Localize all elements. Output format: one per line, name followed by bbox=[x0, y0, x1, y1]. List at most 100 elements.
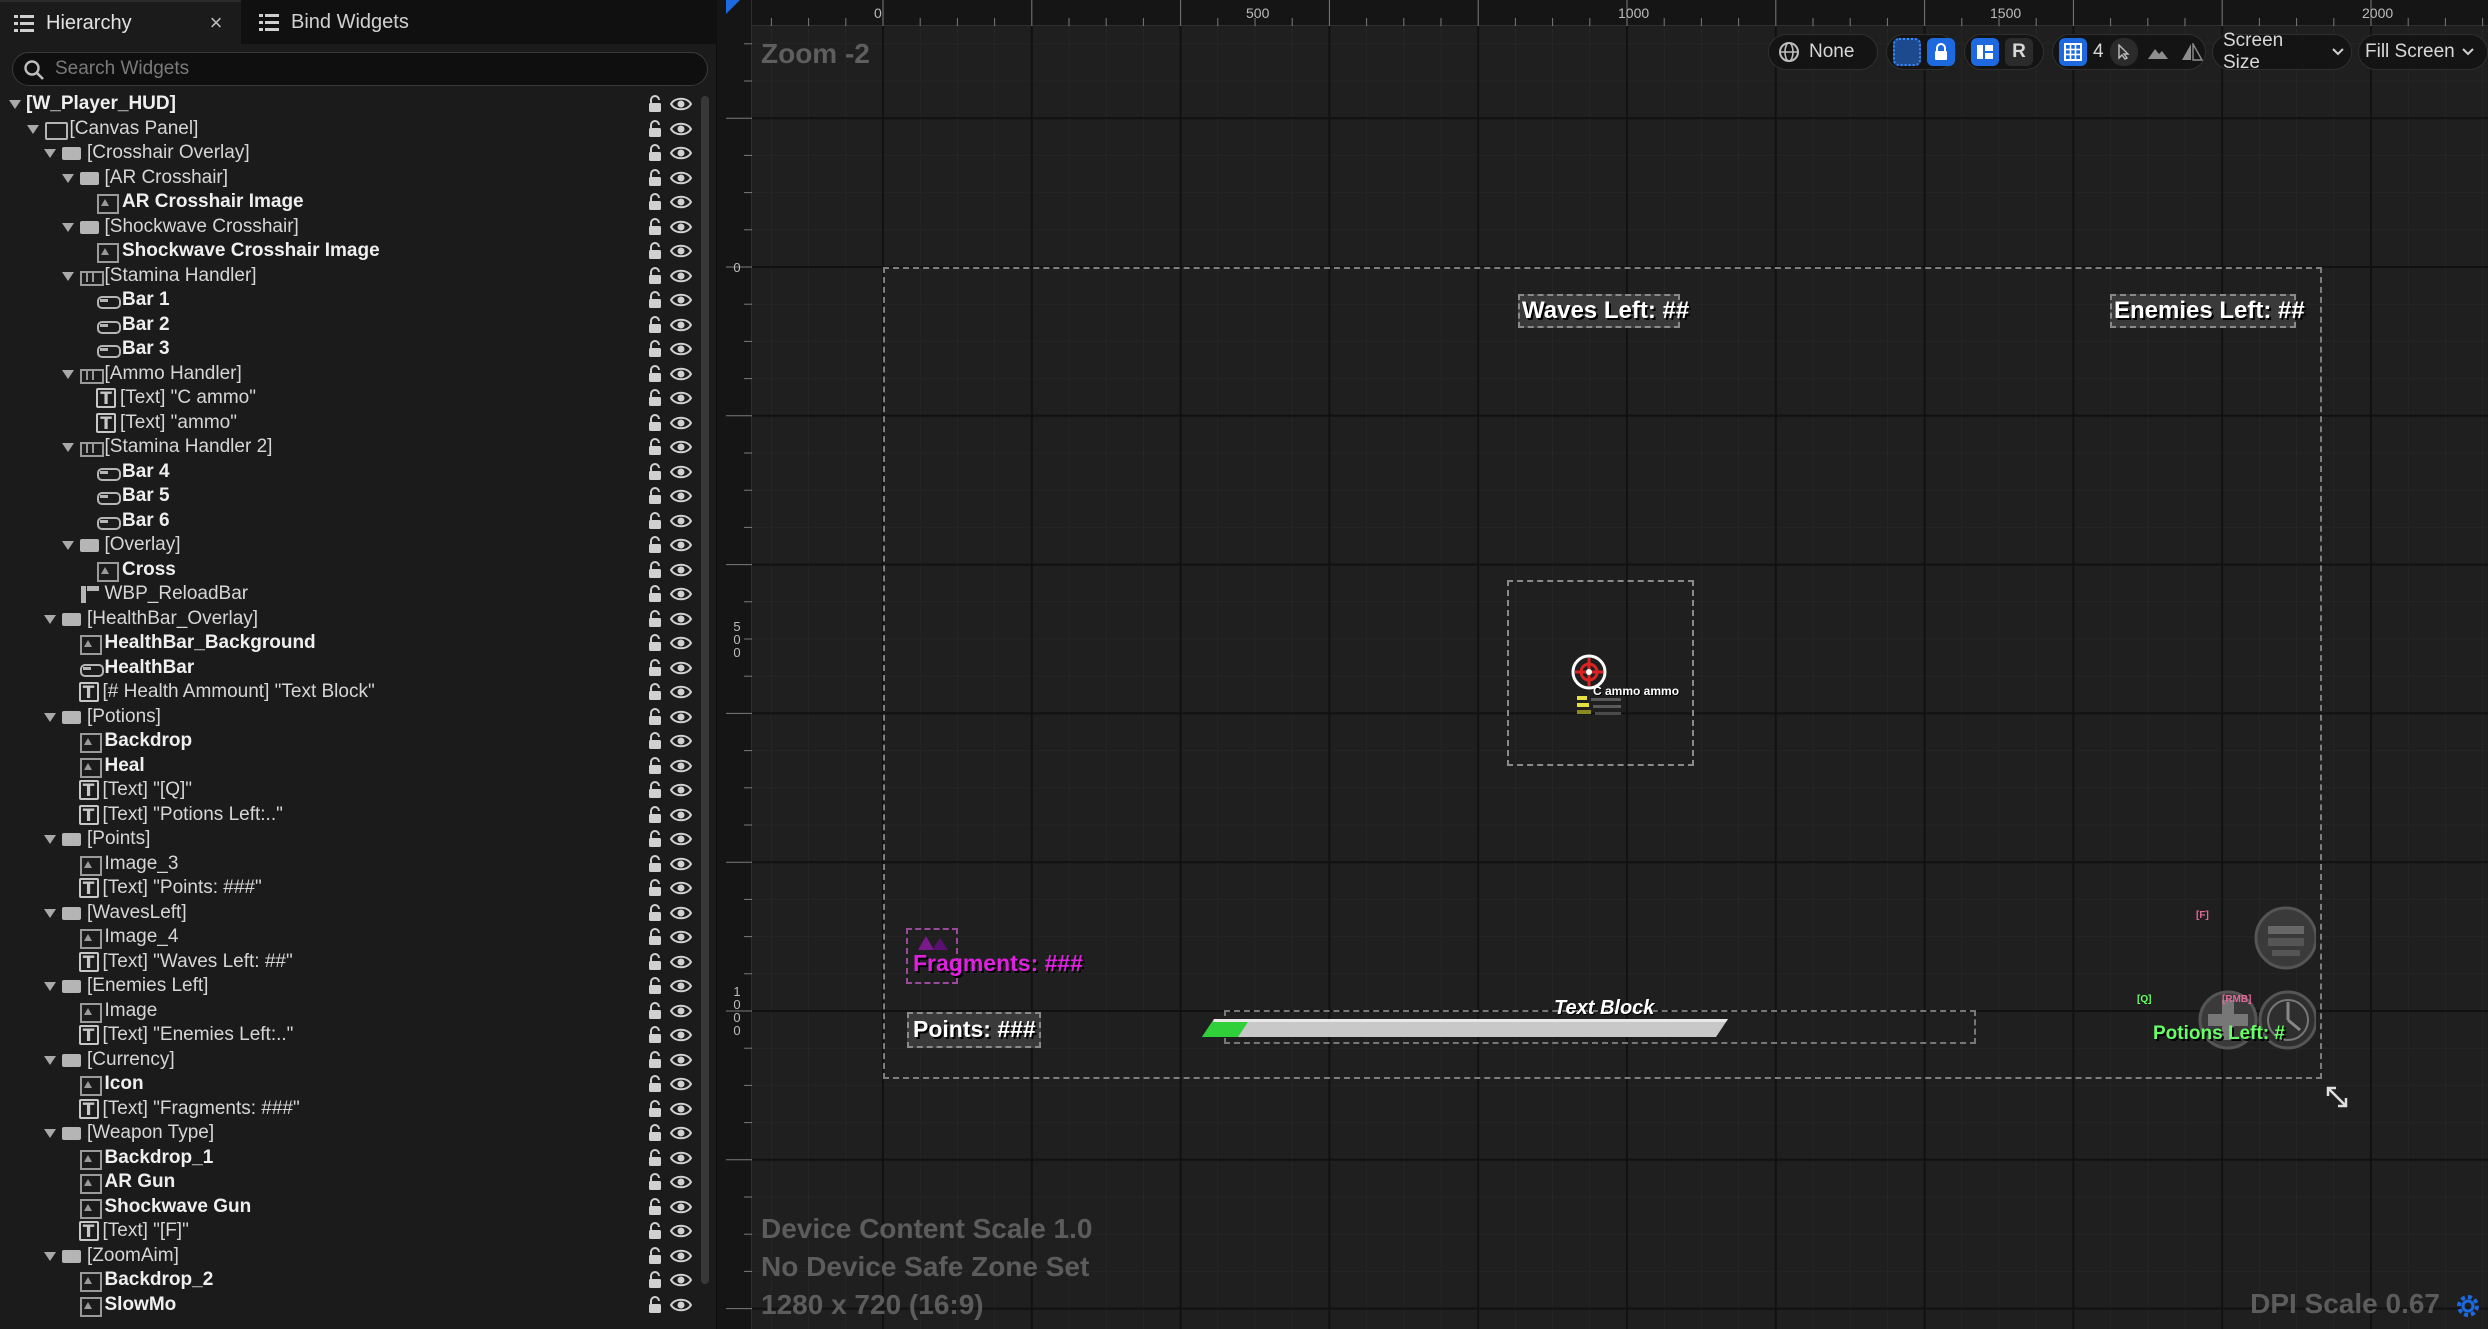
tree-row[interactable]: [Points] bbox=[0, 827, 700, 852]
unlock-icon[interactable] bbox=[646, 242, 664, 260]
points-widget[interactable]: Points: ### bbox=[907, 1012, 1041, 1048]
grid-snap-value[interactable]: 4 bbox=[2093, 41, 2104, 63]
visibility-eye-icon[interactable] bbox=[669, 1173, 693, 1191]
unlock-icon[interactable] bbox=[646, 1173, 664, 1191]
unlock-icon[interactable] bbox=[646, 511, 664, 530]
unlock-icon[interactable] bbox=[646, 903, 664, 922]
visibility-eye-icon[interactable] bbox=[669, 218, 693, 236]
close-icon[interactable]: × bbox=[205, 12, 227, 34]
visibility-eye-icon[interactable] bbox=[669, 1124, 693, 1142]
unlock-icon[interactable] bbox=[646, 217, 664, 236]
respect-locks-button[interactable]: R bbox=[2005, 38, 2033, 66]
visibility-eye-icon[interactable] bbox=[669, 928, 693, 946]
unlock-icon[interactable] bbox=[646, 487, 664, 505]
waves-left-widget[interactable]: Waves Left: ## bbox=[1518, 294, 1689, 328]
tree-row[interactable]: AR Crosshair Image bbox=[0, 190, 700, 215]
tree-row[interactable]: T [Text] "Enemies Left:.." bbox=[0, 1023, 700, 1048]
visibility-eye-icon[interactable] bbox=[669, 438, 693, 456]
tree-row[interactable]: Shockwave Gun bbox=[0, 1195, 700, 1220]
visibility-eye-icon[interactable] bbox=[669, 414, 693, 432]
unlock-icon[interactable] bbox=[646, 879, 664, 897]
expand-arrow-icon[interactable] bbox=[43, 832, 57, 846]
tree-row[interactable]: Bar 6 bbox=[0, 509, 700, 534]
visibility-eye-icon[interactable] bbox=[669, 1296, 693, 1314]
visibility-eye-icon[interactable] bbox=[669, 120, 693, 138]
gear-icon[interactable] bbox=[2454, 1292, 2482, 1320]
potions-left-text[interactable]: Potions Left: # bbox=[2153, 1023, 2285, 1045]
tree-row[interactable]: [Stamina Handler] bbox=[0, 264, 700, 289]
visibility-eye-icon[interactable] bbox=[669, 806, 693, 824]
fragments-text[interactable]: Fragments: ### bbox=[913, 950, 1083, 977]
expand-arrow-icon[interactable] bbox=[61, 220, 75, 234]
tree-row[interactable]: T [Text] "Fragments: ###" bbox=[0, 1097, 700, 1122]
designer-canvas[interactable]: 0 500 1000 1500 2000 0 500 1000 Zoom -2 … bbox=[726, 0, 2488, 1329]
visibility-eye-icon[interactable] bbox=[669, 683, 693, 701]
visibility-eye-icon[interactable] bbox=[669, 732, 693, 750]
unlock-icon[interactable] bbox=[646, 756, 664, 775]
tree-row[interactable]: Cross bbox=[0, 558, 700, 583]
tree-scrollbar[interactable] bbox=[701, 96, 709, 1284]
visibility-eye-icon[interactable] bbox=[669, 634, 693, 652]
visibility-eye-icon[interactable] bbox=[669, 904, 693, 922]
visibility-eye-icon[interactable] bbox=[669, 659, 693, 677]
tree-row[interactable]: Backdrop_1 bbox=[0, 1146, 700, 1171]
expand-arrow-icon[interactable] bbox=[43, 906, 57, 920]
tree-row[interactable]: Bar 3 bbox=[0, 337, 700, 362]
tree-row[interactable]: Heal bbox=[0, 754, 700, 779]
tree-row[interactable]: Bar 4 bbox=[0, 460, 700, 485]
unlock-icon[interactable] bbox=[646, 585, 664, 603]
unlock-icon[interactable] bbox=[646, 928, 664, 946]
unlock-icon[interactable] bbox=[646, 536, 664, 554]
visibility-eye-icon[interactable] bbox=[669, 463, 693, 481]
visibility-eye-icon[interactable] bbox=[669, 585, 693, 603]
tree-row[interactable]: Bar 5 bbox=[0, 484, 700, 509]
tab-bind-widgets[interactable]: Bind Widgets bbox=[245, 0, 445, 44]
tree-row[interactable]: Image_3 bbox=[0, 852, 700, 877]
unlock-icon[interactable] bbox=[646, 683, 664, 701]
visibility-eye-icon[interactable] bbox=[669, 708, 693, 726]
tree-row[interactable]: [W_Player_HUD] bbox=[0, 92, 700, 117]
unlock-icon[interactable] bbox=[646, 1099, 664, 1118]
visibility-eye-icon[interactable] bbox=[669, 1100, 693, 1118]
expand-arrow-icon[interactable] bbox=[43, 979, 57, 993]
visibility-eye-icon[interactable] bbox=[669, 1247, 693, 1265]
tree-row[interactable]: T [Text] "Potions Left:.." bbox=[0, 803, 700, 828]
tree-row[interactable]: [AR Crosshair] bbox=[0, 166, 700, 191]
unlock-icon[interactable] bbox=[646, 1050, 664, 1069]
layout-mode-button[interactable] bbox=[1971, 38, 1999, 66]
expand-arrow-icon[interactable] bbox=[43, 1126, 57, 1140]
tree-row[interactable]: HealthBar bbox=[0, 656, 700, 681]
tree-row[interactable]: WBP_ReloadBar bbox=[0, 582, 700, 607]
tree-row[interactable]: T [Text] "C ammo" bbox=[0, 386, 700, 411]
tree-row[interactable]: HealthBar_Background bbox=[0, 631, 700, 656]
crosshair-overlay-widget[interactable]: C ammo ammo bbox=[1507, 580, 1694, 766]
unlock-icon[interactable] bbox=[646, 193, 664, 211]
expand-arrow-icon[interactable] bbox=[26, 122, 40, 136]
resize-handle-icon[interactable] bbox=[2324, 1084, 2350, 1110]
unlock-icon[interactable] bbox=[646, 438, 664, 456]
expand-arrow-icon[interactable] bbox=[8, 97, 22, 111]
visibility-eye-icon[interactable] bbox=[669, 144, 693, 162]
visibility-eye-icon[interactable] bbox=[669, 879, 693, 897]
flip-button[interactable] bbox=[2178, 38, 2206, 66]
unlock-icon[interactable] bbox=[646, 830, 664, 848]
unlock-icon[interactable] bbox=[646, 560, 664, 579]
fill-screen-dropdown[interactable]: Fill Screen bbox=[2358, 34, 2488, 70]
unlock-icon[interactable] bbox=[646, 364, 664, 383]
unlock-icon[interactable] bbox=[646, 340, 664, 358]
unlock-icon[interactable] bbox=[646, 854, 664, 873]
visibility-eye-icon[interactable] bbox=[669, 1075, 693, 1093]
tree-row[interactable]: Shockwave Crosshair Image bbox=[0, 239, 700, 264]
visibility-eye-icon[interactable] bbox=[669, 389, 693, 407]
tree-row[interactable]: [ZoomAim] bbox=[0, 1244, 700, 1269]
unlock-icon[interactable] bbox=[646, 144, 664, 162]
health-bar[interactable] bbox=[1202, 1018, 1728, 1038]
tree-row[interactable]: [Ammo Handler] bbox=[0, 362, 700, 387]
visibility-eye-icon[interactable] bbox=[669, 95, 693, 113]
visibility-eye-icon[interactable] bbox=[669, 855, 693, 873]
tree-row[interactable]: T [Text] "Points: ###" bbox=[0, 876, 700, 901]
unlock-icon[interactable] bbox=[646, 707, 664, 726]
unlock-icon[interactable] bbox=[646, 1148, 664, 1167]
tree-row[interactable]: [Stamina Handler 2] bbox=[0, 435, 700, 460]
tree-row[interactable]: T [Text] "[F]" bbox=[0, 1219, 700, 1244]
